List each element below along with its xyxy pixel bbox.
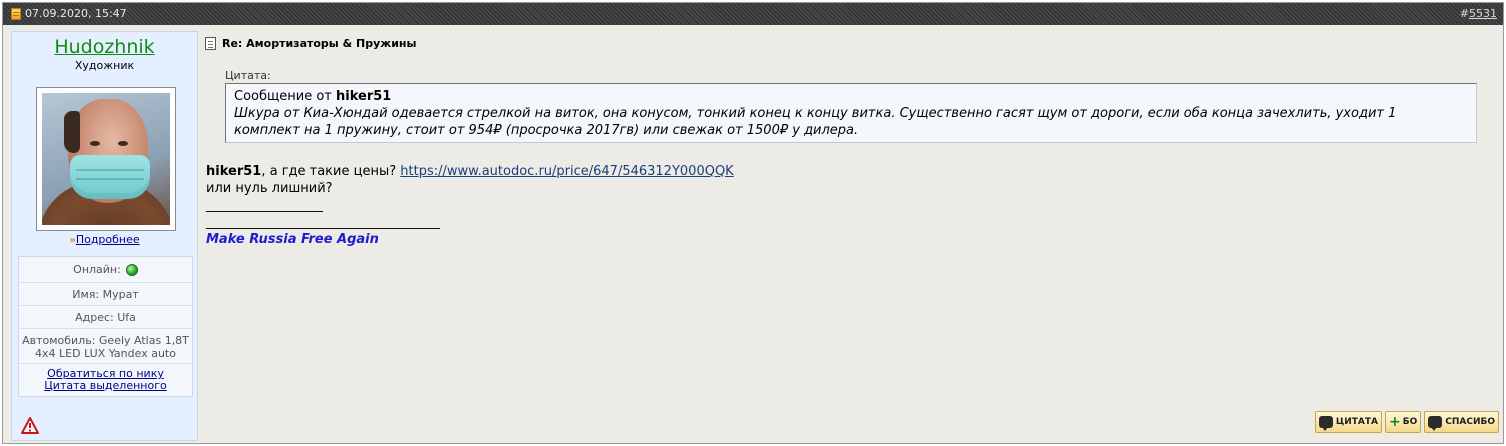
post-title: Re: Амортизаторы & Пружины (222, 37, 417, 50)
thanks-button-label: СПАСИБО (1445, 417, 1495, 427)
forum-post: 07.09.2020, 15:47 #5531 Hudozhnik Художн… (2, 2, 1504, 444)
quote-button[interactable]: ЦИТАТА (1314, 411, 1382, 433)
user-car-line2: 4x4 LED LUX Yandex auto (35, 347, 176, 360)
more-link-wrap: »Подробнее (12, 233, 197, 246)
user-details-box: Онлайн: Имя: Мурат Адрес: Ufa Автомобиль… (18, 256, 193, 397)
multiquote-button[interactable]: + БО (1384, 411, 1422, 433)
speech-bubble-icon (1318, 416, 1333, 431)
report-warning-icon[interactable] (21, 417, 39, 435)
user-car-field: Автомобиль: Geely Atlas 1,8T 4x4 LED LUX… (19, 329, 192, 364)
online-label: Онлайн: (73, 262, 121, 276)
quote-prefix: Сообщение от (234, 89, 332, 104)
user-actions: Обратиться по нику Цитата выделенного (19, 364, 192, 396)
reply-text: , а где такие цены? (261, 164, 401, 179)
post-header: 07.09.2020, 15:47 #5531 (3, 3, 1503, 25)
quote-author: hiker51 (336, 89, 392, 104)
post-action-buttons: ЦИТАТА + БО СПАСИБО (1314, 411, 1499, 433)
post-number: 5531 (1469, 7, 1497, 20)
user-info-column: Hudozhnik Художник »Подробнее Онлайн: Им… (11, 31, 198, 441)
online-status-icon (125, 263, 138, 276)
more-details-link[interactable]: Подробнее (76, 233, 140, 246)
user-address-field: Адрес: Ufa (19, 306, 192, 329)
avatar-eye-left (90, 141, 100, 146)
message-body: hiker51, а где такие цены? https://www.a… (206, 163, 1406, 248)
avatar-face-mask (70, 155, 150, 199)
avatar-hair (64, 111, 80, 153)
multiquote-button-label: БО (1402, 417, 1418, 427)
quote-label: Цитата: (225, 69, 271, 82)
avatar[interactable] (42, 93, 170, 225)
plus-icon: + (1388, 414, 1401, 430)
quote-header: Сообщение от hiker51 (234, 88, 1468, 105)
avatar-eye-right (118, 141, 128, 146)
user-title: Художник (74, 59, 135, 72)
post-title-wrap: Re: Амортизаторы & Пружины (205, 37, 416, 50)
post-date-wrap: 07.09.2020, 15:47 (11, 3, 127, 25)
signature-divider-2: ____________________________________ (206, 215, 440, 230)
post-title-icon (205, 37, 216, 50)
reply-author: hiker51 (206, 164, 262, 179)
reply-line: hiker51, а где такие цены? https://www.a… (206, 163, 1406, 180)
quote-text-line2: комплект на 1 пружину, стоит от 954₽ (пр… (234, 123, 859, 138)
quote-text-line1: Шкура от Киа-Хюндай одевается стрелкой н… (234, 106, 1397, 121)
quote-box: Сообщение от hiker51 Шкура от Киа-Хюндай… (225, 83, 1477, 143)
quote-selected-link[interactable]: Цитата выделенного (19, 380, 192, 392)
username-link[interactable]: Hudozhnik (12, 36, 197, 58)
avatar-frame (36, 87, 176, 231)
user-car-line1: Автомобиль: Geely Atlas 1,8T (22, 334, 189, 347)
signature-divider-1: __________________ (206, 198, 323, 213)
post-number-link[interactable]: #5531 (1460, 3, 1497, 25)
quote-button-label: ЦИТАТА (1335, 417, 1378, 427)
user-name-field: Имя: Мурат (19, 283, 192, 306)
post-date: 07.09.2020, 15:47 (25, 7, 127, 20)
online-status-row: Онлайн: (19, 257, 192, 283)
thanks-button[interactable]: СПАСИБО (1424, 411, 1499, 433)
post-content: Re: Амортизаторы & Пружины Цитата: Сообщ… (203, 31, 1499, 441)
thanks-bubble-icon (1428, 416, 1443, 431)
post-status-icon (11, 8, 21, 20)
price-link[interactable]: https://www.autodoc.ru/price/647/546312Y… (400, 164, 733, 179)
signature-slogan: Make Russia Free Again (206, 232, 379, 247)
post-number-prefix: # (1459, 7, 1469, 20)
reply-line-2: или нуль лишний? (206, 181, 333, 196)
